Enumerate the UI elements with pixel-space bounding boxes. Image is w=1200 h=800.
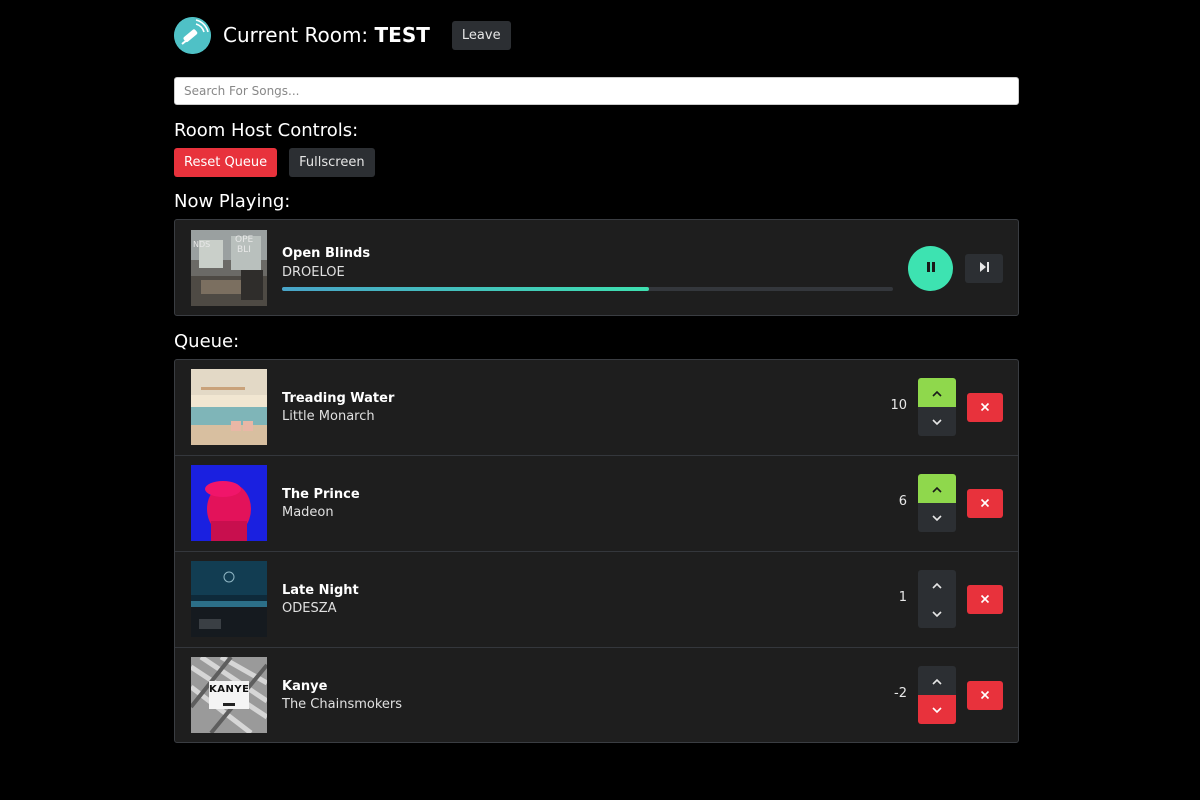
album-art: KANYE [191, 657, 267, 733]
queue-item-title: Kanye [282, 679, 328, 694]
chevron-up-icon [932, 385, 942, 400]
downvote-button[interactable] [918, 503, 956, 532]
skip-button[interactable] [965, 254, 1003, 283]
now-playing-artist: DROELOE [282, 265, 345, 280]
remove-song-button[interactable] [967, 393, 1003, 422]
close-icon [980, 688, 990, 703]
now-playing-heading: Now Playing: [174, 191, 291, 212]
now-playing-panel: OPE BLI NDS Open Blinds DROELOE [174, 219, 1019, 316]
fullscreen-button[interactable]: Fullscreen [289, 148, 375, 177]
downvote-button[interactable] [918, 599, 956, 628]
room-title: Current Room: TEST [223, 23, 430, 47]
upvote-button[interactable] [918, 378, 956, 407]
host-controls-heading: Room Host Controls: [174, 120, 359, 141]
album-art-text: KANYE [209, 684, 250, 695]
chevron-down-icon [932, 414, 942, 429]
remove-song-button[interactable] [967, 585, 1003, 614]
leave-room-button[interactable]: Leave [451, 20, 511, 50]
close-icon [980, 496, 990, 511]
queue-item-title: Treading Water [282, 391, 395, 406]
queue-item-artist: The Chainsmokers [282, 697, 403, 712]
queue-item: KANYE Kanye The Chainsmokers -2 [175, 648, 1018, 744]
room-header: Current Room: TEST Leave [174, 15, 511, 55]
chevron-up-icon [932, 481, 942, 496]
app-logo [174, 16, 211, 54]
queue-item: The Prince Madeon 6 [175, 456, 1018, 552]
room-title-prefix: Current Room: [223, 23, 375, 47]
chevron-down-icon [932, 702, 942, 717]
skip-next-icon [978, 261, 990, 276]
remove-song-button[interactable] [967, 489, 1003, 518]
queue-item-artist: Little Monarch [282, 409, 375, 424]
queue-heading: Queue: [174, 331, 240, 352]
playback-progress-bar[interactable] [282, 287, 893, 291]
host-controls: Reset Queue Fullscreen [174, 148, 375, 177]
vote-count: -2 [894, 686, 907, 701]
svg-text:BLI: BLI [237, 245, 251, 255]
playback-progress-fill [282, 287, 649, 291]
upvote-button[interactable] [918, 570, 956, 599]
queue-item: Treading Water Little Monarch 10 [175, 360, 1018, 456]
svg-text:NDS: NDS [193, 240, 210, 249]
upvote-button[interactable] [918, 666, 956, 695]
upvote-button[interactable] [918, 474, 956, 503]
pause-icon [925, 261, 937, 276]
close-icon [980, 400, 990, 415]
vote-count: 1 [898, 590, 907, 605]
queue-item-artist: ODESZA [282, 601, 337, 616]
album-art: OPE BLI NDS [191, 230, 267, 306]
queue-item-title: Late Night [282, 583, 359, 598]
album-art [191, 561, 267, 637]
vote-count: 10 [890, 398, 907, 413]
chevron-down-icon [932, 606, 942, 621]
downvote-button[interactable] [918, 407, 956, 436]
now-playing-title: Open Blinds [282, 246, 371, 261]
chevron-down-icon [932, 510, 942, 525]
song-search-input[interactable] [174, 77, 1019, 105]
room-name: TEST [374, 23, 430, 47]
chevron-up-icon [932, 577, 942, 592]
queue-item-artist: Madeon [282, 505, 334, 520]
pause-button[interactable] [908, 246, 953, 291]
queue-panel: Treading Water Little Monarch 10 The Pri… [174, 359, 1019, 743]
vote-count: 6 [898, 494, 907, 509]
queue-item: Late Night ODESZA 1 [175, 552, 1018, 648]
queue-item-title: The Prince [282, 487, 360, 502]
close-icon [980, 592, 990, 607]
reset-queue-button[interactable]: Reset Queue [174, 148, 278, 177]
downvote-button[interactable] [918, 695, 956, 724]
svg-text:OPE: OPE [235, 235, 254, 245]
remove-song-button[interactable] [967, 681, 1003, 710]
album-art [191, 465, 267, 541]
album-art [191, 369, 267, 445]
chevron-up-icon [932, 673, 942, 688]
